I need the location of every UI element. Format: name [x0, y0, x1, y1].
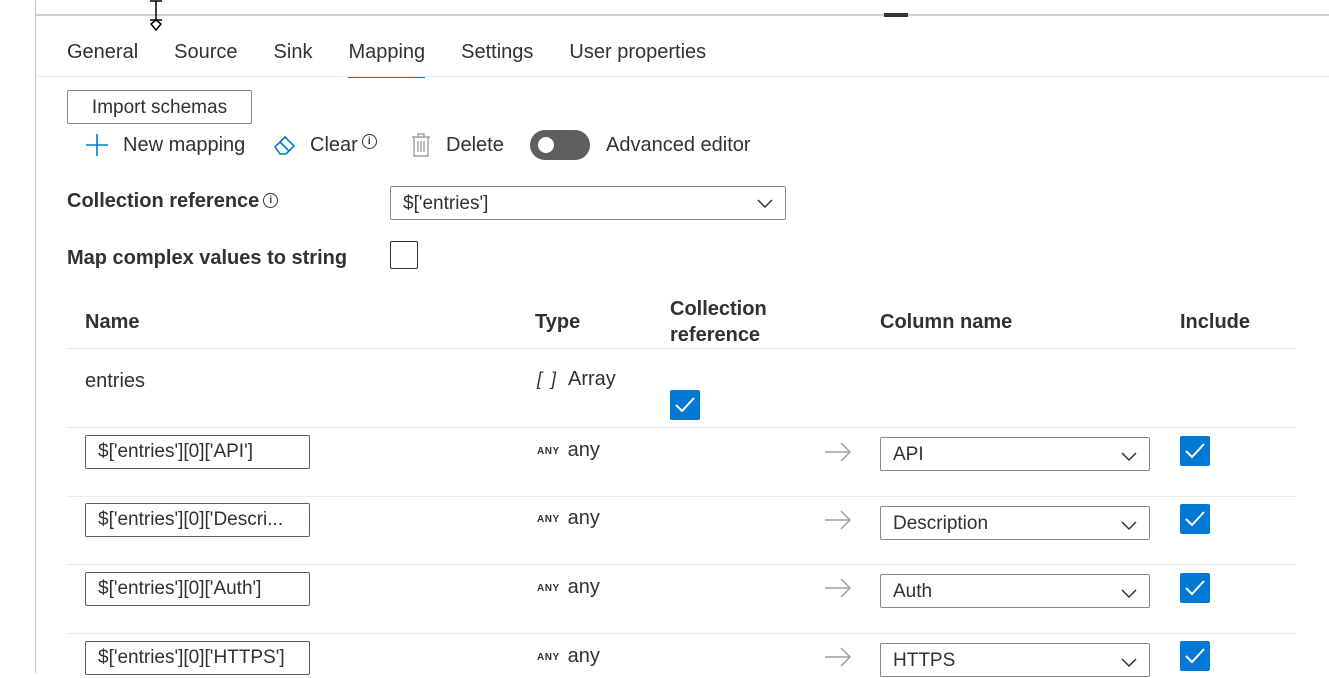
row-divider	[67, 427, 1296, 428]
any-type-icon: ANY	[537, 446, 560, 457]
source-path-field[interactable]: $['entries'][0]['API']	[85, 435, 310, 469]
tab-mapping[interactable]: Mapping	[348, 38, 425, 78]
advanced-editor-switch[interactable]: Advanced editor	[530, 129, 751, 161]
checkmark-icon	[1185, 648, 1205, 664]
row-divider	[67, 496, 1296, 497]
toggle-knob	[538, 137, 554, 153]
info-icon[interactable]: i	[361, 133, 377, 149]
include-checkbox[interactable]	[1180, 504, 1210, 534]
map-complex-checkbox[interactable]	[390, 241, 418, 269]
source-path-field[interactable]: $['entries'][0]['HTTPS']	[85, 641, 310, 675]
header-name: Name	[85, 311, 140, 333]
arrow-right-icon	[825, 442, 852, 462]
tab-bar: General Source Sink Mapping Settings Use…	[67, 38, 742, 78]
chevron-down-icon	[1121, 589, 1137, 599]
source-path-field[interactable]: $['entries'][0]['Auth']	[85, 572, 310, 606]
tab-source[interactable]: Source	[174, 38, 237, 76]
delete-button[interactable]: Delete	[410, 129, 504, 161]
row-divider	[67, 564, 1296, 565]
tab-settings[interactable]: Settings	[461, 38, 533, 76]
chevron-down-icon	[1121, 452, 1137, 462]
eraser-icon	[273, 135, 296, 155]
chevron-down-icon	[757, 199, 773, 209]
resize-handle[interactable]	[884, 13, 908, 17]
text-cursor-icon	[149, 0, 163, 32]
new-mapping-button[interactable]: New mapping	[84, 129, 245, 161]
checkmark-icon	[1185, 443, 1205, 459]
info-icon[interactable]: i	[263, 193, 279, 208]
any-type-icon: ANY	[537, 514, 560, 525]
delete-label: Delete	[446, 133, 504, 156]
collection-reference-dropdown[interactable]: $['entries']	[390, 186, 786, 220]
tab-divider	[36, 76, 1329, 77]
plus-icon	[86, 134, 108, 156]
row-divider	[67, 633, 1296, 634]
tab-general[interactable]: General	[67, 38, 138, 76]
any-type-icon: ANY	[537, 652, 560, 663]
column-name-dropdown[interactable]: Auth	[880, 574, 1150, 608]
source-path-field[interactable]: $['entries'][0]['Descri...	[85, 503, 310, 537]
header-divider	[67, 348, 1296, 349]
array-collection-checkbox[interactable]	[670, 390, 700, 420]
arrow-right-icon	[825, 578, 852, 598]
chevron-down-icon	[1121, 658, 1137, 668]
array-row-name: entries	[85, 370, 146, 392]
collection-reference-label: Collection reference i	[67, 190, 279, 213]
checkmark-icon	[1185, 580, 1205, 596]
checkmark-icon	[1185, 511, 1205, 527]
map-complex-label: Map complex values to string	[67, 247, 348, 269]
column-name-dropdown[interactable]: API	[880, 437, 1150, 471]
new-mapping-label: New mapping	[123, 133, 246, 156]
chevron-down-icon	[1121, 521, 1137, 531]
advanced-editor-label: Advanced editor	[606, 133, 751, 156]
import-schemas-button[interactable]: Import schemas	[67, 90, 252, 124]
column-name-dropdown[interactable]: Description	[880, 506, 1150, 540]
source-type: ANY any	[537, 439, 600, 461]
clear-label: Clear	[310, 133, 358, 156]
trash-icon	[412, 133, 430, 157]
header-column-name: Column name	[880, 311, 1013, 333]
clear-button[interactable]: Clear i	[272, 129, 377, 161]
header-type: Type	[535, 311, 581, 333]
source-type: ANY any	[537, 645, 600, 667]
tab-user-properties[interactable]: User properties	[569, 38, 706, 76]
checkmark-icon	[675, 397, 695, 413]
array-type-icon: [ ]	[537, 369, 559, 389]
include-checkbox[interactable]	[1180, 573, 1210, 603]
source-type: ANY any	[537, 576, 600, 598]
any-type-icon: ANY	[537, 583, 560, 594]
panel-left-border	[35, 0, 36, 673]
arrow-right-icon	[825, 647, 852, 667]
arrow-right-icon	[825, 510, 852, 530]
include-checkbox[interactable]	[1180, 436, 1210, 466]
column-name-dropdown[interactable]: HTTPS	[880, 643, 1150, 677]
header-include: Include	[1180, 311, 1251, 333]
include-checkbox[interactable]	[1180, 641, 1210, 671]
source-type: ANY any	[537, 507, 600, 529]
advanced-editor-toggle[interactable]	[530, 130, 590, 160]
array-row-type: [ ] Array	[537, 368, 616, 390]
tab-sink[interactable]: Sink	[274, 38, 313, 76]
header-collection-reference: Collection reference	[670, 298, 767, 346]
panel-top-divider[interactable]	[36, 14, 1329, 16]
collection-reference-value: $['entries']	[403, 193, 489, 214]
